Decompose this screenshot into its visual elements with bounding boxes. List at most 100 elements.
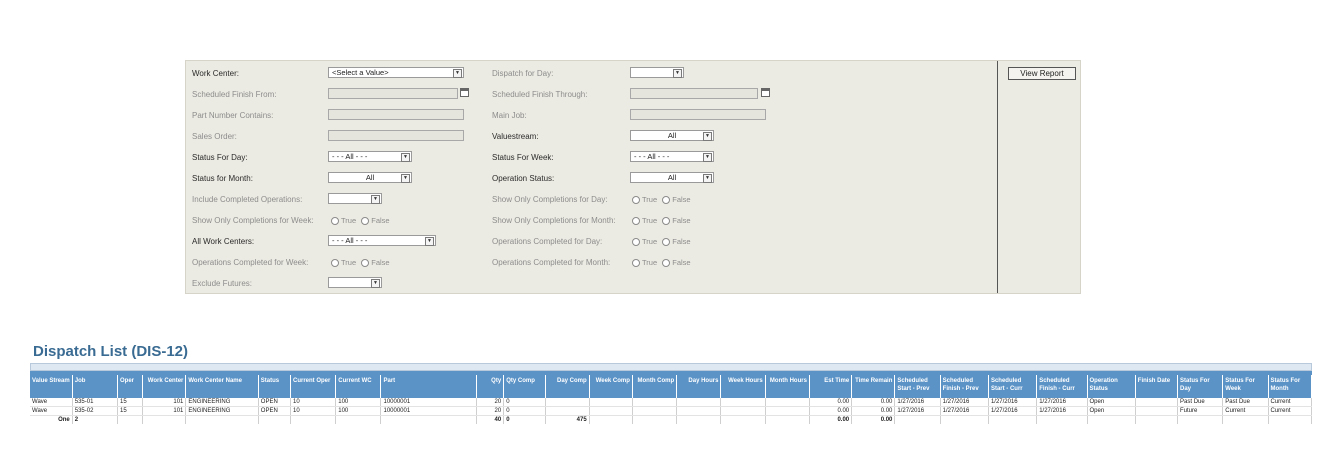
table-cell [632,398,678,407]
total-cell [185,415,259,424]
column-header[interactable]: Oper [117,375,144,398]
total-cell: One [30,415,73,424]
chevron-down-icon[interactable]: ▼ [703,132,712,141]
panel-divider [997,61,998,293]
radio-true[interactable] [632,259,640,268]
radio-true[interactable] [331,259,339,268]
column-header[interactable]: Qty Comp [503,375,547,398]
table-cell: Wave [30,398,73,407]
operation-status-select[interactable]: All ▼ [630,172,714,183]
column-header[interactable]: Time Remain [851,375,896,398]
table-cell: 535-02 [72,406,118,416]
radio-false[interactable] [662,217,671,226]
calendar-icon[interactable] [460,88,469,97]
work-center-value: <Select a Value> [332,68,389,77]
scheduled-finish-from-input[interactable] [328,88,458,99]
column-header[interactable]: Scheduled Start - Curr [988,375,1038,398]
radio-true[interactable] [632,196,640,205]
sales-order-input[interactable] [328,130,464,141]
table-cell: 1/27/2016 [1036,398,1088,407]
chevron-down-icon[interactable]: ▼ [371,195,380,204]
total-cell [142,415,187,424]
status-for-day-select[interactable]: - - - All - - - ▼ [328,151,412,162]
part-number-contains-input[interactable] [328,109,464,120]
column-header[interactable]: Day Hours [676,375,722,398]
table-cell [589,398,633,407]
total-cell [765,415,810,424]
column-header[interactable]: Work Center [142,375,187,398]
chevron-down-icon[interactable]: ▼ [453,69,462,78]
work-center-select[interactable]: <Select a Value> ▼ [328,67,464,78]
show-only-completions-for-day-radios: True False [632,195,691,205]
view-report-button[interactable]: View Report [1008,67,1076,80]
chevron-down-icon[interactable]: ▼ [401,174,410,183]
chevron-down-icon[interactable]: ▼ [401,153,410,162]
column-header[interactable]: Status For Month [1268,375,1313,398]
total-cell: 40 [476,415,505,424]
table-cell: 20 [476,398,505,407]
radio-false[interactable] [361,259,370,268]
radio-true[interactable] [632,238,640,247]
radio-true[interactable] [632,217,640,226]
chevron-down-icon[interactable]: ▼ [703,153,712,162]
column-header[interactable]: Part [380,375,478,398]
valuestream-select[interactable]: All ▼ [630,130,714,141]
column-header[interactable]: Current Oper [290,375,337,398]
column-header[interactable]: Value Stream [30,375,73,398]
column-header[interactable]: Status For Day [1177,375,1224,398]
radio-true-label: True [341,258,357,267]
table-cell: 0.00 [851,398,896,407]
column-header[interactable]: Month Hours [765,375,810,398]
column-header[interactable]: Scheduled Finish - Prev [940,375,989,398]
table-cell: 1/27/2016 [894,398,941,407]
include-completed-operations-select[interactable]: ▼ [328,193,382,204]
column-header[interactable]: Est Time [809,375,853,398]
radio-true[interactable] [331,217,339,226]
exclude-futures-select[interactable]: ▼ [328,277,382,288]
valuestream-label: Valuestream: [492,132,539,141]
scheduled-finish-through-input[interactable] [630,88,758,99]
main-job-input[interactable] [630,109,766,120]
column-header[interactable]: Week Comp [589,375,633,398]
table-cell: ENGINEERING [185,398,259,407]
radio-false[interactable] [662,238,671,247]
table-cell [676,398,722,407]
calendar-icon[interactable] [761,88,770,97]
column-header[interactable]: Scheduled Start - Prev [894,375,941,398]
chevron-down-icon[interactable]: ▼ [371,279,380,288]
table-cell: 535-01 [72,398,118,407]
column-header[interactable]: Day Comp [545,375,590,398]
column-header[interactable]: Finish Date [1135,375,1179,398]
table-cell: Future [1177,406,1224,416]
all-work-centers-select[interactable]: - - - All - - - ▼ [328,235,436,246]
chevron-down-icon[interactable]: ▼ [673,69,682,78]
status-for-week-value: - - - All - - - [634,152,670,161]
column-header[interactable]: Current WC [335,375,382,398]
column-header[interactable]: Week Hours [720,375,766,398]
column-header[interactable]: Qty [476,375,505,398]
status-for-month-select[interactable]: All ▼ [328,172,412,183]
total-cell [1222,415,1269,424]
column-header[interactable]: Job [72,375,118,398]
status-for-week-select[interactable]: - - - All - - - ▼ [630,151,714,162]
table-cell: 15 [117,406,144,416]
dispatch-for-day-select[interactable]: ▼ [630,67,684,78]
status-for-week-label: Status For Week: [492,153,554,162]
column-header[interactable]: Operation Status [1087,375,1136,398]
column-header[interactable]: Status For Week [1222,375,1269,398]
radio-false[interactable] [361,217,370,226]
total-cell [117,415,144,424]
operations-completed-for-week-radios: True False [331,258,390,268]
exclude-futures-label: Exclude Futures: [192,279,253,288]
radio-false[interactable] [662,259,671,268]
table-cell [589,406,633,416]
column-header[interactable]: Month Comp [632,375,678,398]
radio-false[interactable] [662,196,671,205]
column-header[interactable]: Work Center Name [185,375,259,398]
part-number-contains-label: Part Number Contains: [192,111,274,120]
total-cell [720,415,766,424]
chevron-down-icon[interactable]: ▼ [703,174,712,183]
column-header[interactable]: Status [258,375,291,398]
column-header[interactable]: Scheduled Finish - Curr [1036,375,1088,398]
chevron-down-icon[interactable]: ▼ [425,237,434,246]
